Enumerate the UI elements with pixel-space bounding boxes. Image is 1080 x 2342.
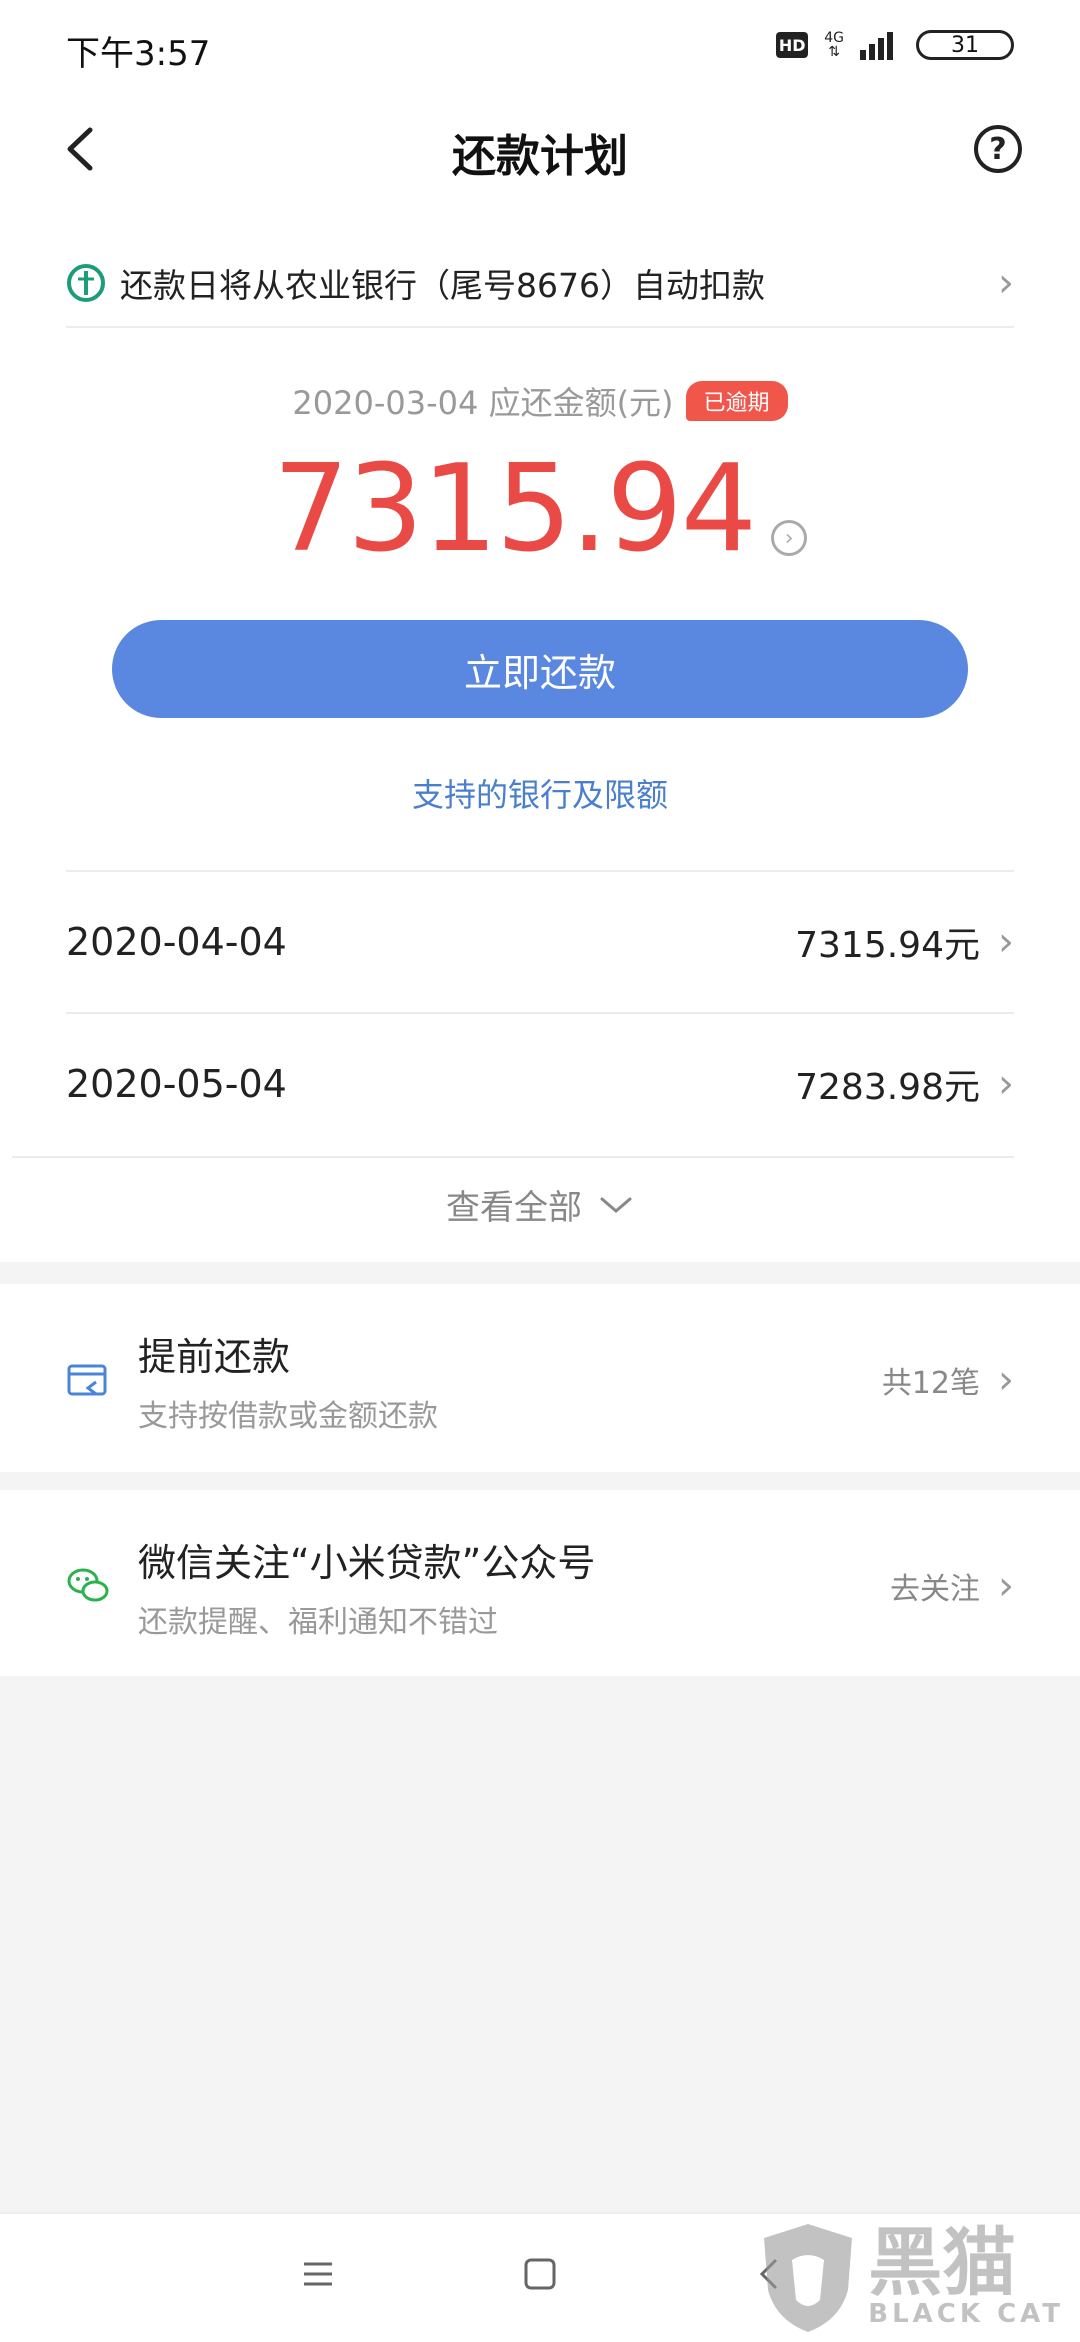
wechat-icon	[67, 1568, 109, 1602]
amount-detail-icon[interactable]: ›	[771, 520, 808, 556]
help-icon[interactable]: ?	[974, 125, 1022, 173]
chevron-right-icon: ›	[998, 1563, 1014, 1609]
overdue-badge: 已逾期	[685, 381, 788, 421]
status-icons: HD 4G ⇅ 31	[776, 30, 1014, 60]
signal-arrows-icon: ⇅	[828, 44, 840, 60]
schedule-row[interactable]: 2020-05-04 7283.98元 ›	[66, 1012, 1014, 1154]
auto-debit-text: 还款日将从农业银行（尾号8676）自动扣款	[120, 266, 765, 305]
status-time: 下午3:57	[66, 34, 211, 74]
watermark-text-block: 黑猫 BLACK CAT	[868, 2220, 1064, 2329]
schedule-amount: 7315.94元	[795, 925, 980, 966]
schedule-right: 7315.94元 ›	[795, 916, 1014, 968]
chevron-right-icon: ›	[998, 1357, 1014, 1403]
wechat-follow-row[interactable]: 微信关注“小米贷款”公众号 还款提醒、福利通知不错过 去关注 ›	[66, 1516, 1014, 1656]
watermark: 黑猫 BLACK CAT	[758, 2220, 1064, 2336]
due-label: 2020-03-04 应还金额(元)	[292, 384, 674, 422]
chevron-down-icon	[600, 1197, 632, 1213]
menu-icon[interactable]	[300, 2256, 336, 2292]
schedule-date: 2020-05-04	[66, 1062, 287, 1106]
black-cat-shield-logo	[764, 2224, 853, 2332]
battery-icon: 31	[916, 30, 1014, 60]
early-repay-row[interactable]: 提前还款 支持按借款或金额还款 共12笔 ›	[66, 1310, 1014, 1450]
schedule-date: 2020-04-04	[66, 920, 287, 964]
watermark-subtext: BLACK CAT	[868, 2299, 1064, 2329]
early-repay-count: 共12笔 ›	[882, 1357, 1014, 1403]
network-label: 4G	[824, 30, 844, 46]
abc-bank-icon	[67, 264, 105, 302]
chevron-right-icon: ›	[998, 919, 1014, 965]
chevron-right-icon: ›	[998, 260, 1014, 306]
page-title: 还款计划	[452, 131, 628, 182]
early-repay-count-label: 共12笔	[881, 1366, 980, 1401]
wechat-follow-text: 微信关注“小米贷款”公众号 还款提醒、福利通知不错过	[138, 1532, 890, 1641]
schedule-right: 7283.98元 ›	[795, 1058, 1014, 1110]
schedule-row[interactable]: 2020-04-04 7315.94元 ›	[66, 870, 1014, 1012]
schedule-amount: 7283.98元	[795, 1067, 980, 1108]
chevron-right-icon: ›	[998, 1061, 1014, 1107]
early-repay-text: 提前还款 支持按借款或金额还款	[138, 1326, 882, 1435]
due-label-row: 2020-03-04 应还金额(元) 已逾期	[0, 378, 1080, 424]
hd-icon: HD	[776, 32, 809, 58]
due-amount-row: 7315.94 ›	[0, 450, 1080, 570]
due-amount: 7315.94	[272, 440, 757, 579]
repay-now-button[interactable]: 立即还款	[112, 620, 968, 718]
wechat-follow-title: 微信关注“小米贷款”公众号	[138, 1540, 596, 1585]
wechat-follow-label: 去关注	[890, 1572, 980, 1607]
home-icon[interactable]	[522, 2256, 558, 2292]
auto-debit-row[interactable]: 还款日将从农业银行（尾号8676）自动扣款 ›	[66, 240, 1014, 328]
wechat-follow-subtitle: 还款提醒、福利通知不错过	[138, 1604, 498, 1640]
early-repay-title: 提前还款	[138, 1334, 291, 1379]
watermark-text: 黑猫	[868, 2220, 1017, 2306]
wechat-follow-action: 去关注 ›	[890, 1563, 1014, 1609]
view-all-divider	[12, 1156, 1014, 1158]
early-repay-subtitle: 支持按借款或金额还款	[138, 1398, 438, 1434]
view-all-label: 查看全部	[446, 1188, 582, 1228]
signal-icon	[860, 32, 893, 60]
view-all-button[interactable]: 查看全部	[0, 1180, 1080, 1229]
supported-banks-link[interactable]: 支持的银行及限额	[0, 770, 1080, 816]
network-icon: 4G ⇅	[824, 31, 844, 59]
early-repay-icon	[67, 1364, 107, 1396]
